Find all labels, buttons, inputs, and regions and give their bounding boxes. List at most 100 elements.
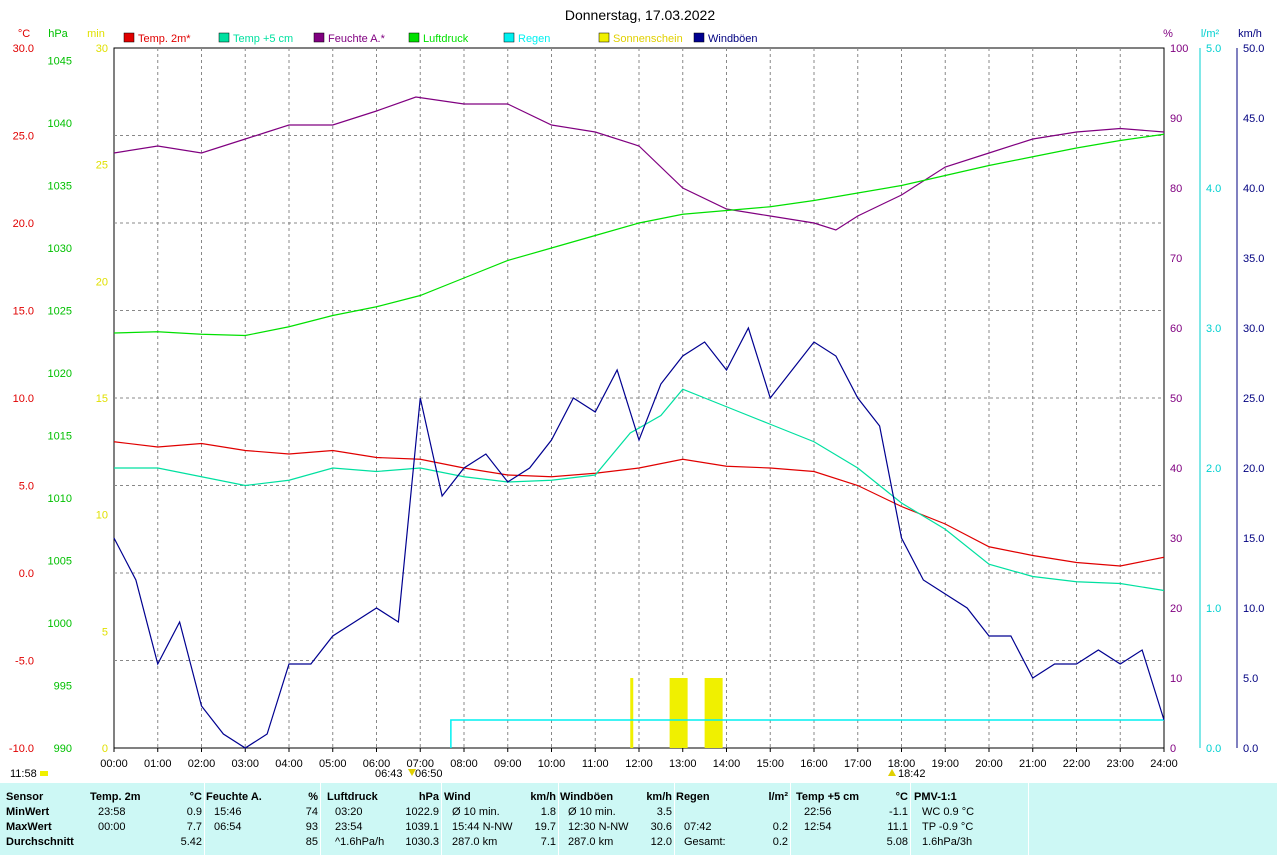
- temp-unit-label: °C: [18, 28, 30, 40]
- summary-value: 1022.9: [405, 806, 439, 818]
- x-tick-label: 05:00: [319, 758, 347, 770]
- temp-tick-label: -5.0: [15, 656, 34, 668]
- summary-label: 12:54: [804, 821, 832, 833]
- legend-swatch: [408, 32, 420, 43]
- x-tick-label: 10:00: [538, 758, 566, 770]
- x-tick-label: 20:00: [975, 758, 1003, 770]
- x-tick-label: 02:00: [188, 758, 216, 770]
- pressure-tick-label: 990: [54, 743, 72, 755]
- x-tick-label: 19:00: [931, 758, 959, 770]
- legend-label: Sonnenschein: [613, 33, 683, 45]
- wind-tick-label: 30.0: [1243, 323, 1264, 335]
- row-label: MaxWert: [6, 821, 52, 833]
- legend-label: Temp +5 cm: [233, 33, 293, 45]
- column-unit: l/m²: [768, 791, 788, 803]
- temp-tick-label: 15.0: [13, 306, 34, 318]
- marker-label: 06:50: [415, 768, 443, 780]
- column-unit: %: [308, 791, 318, 803]
- summary-value: 1.8: [540, 806, 556, 818]
- summary-value: 30.6: [650, 821, 672, 833]
- x-tick-label: 15:00: [756, 758, 784, 770]
- sun-tick-label: 20: [96, 276, 108, 288]
- wind-tick-label: 10.0: [1243, 603, 1264, 615]
- summary-value: 11.1: [887, 821, 908, 833]
- temp-tick-label: 30.0: [13, 43, 34, 55]
- sunshine-bar: [704, 678, 723, 748]
- sunset-marker: [888, 769, 896, 776]
- temp-tick-label: 5.0: [19, 481, 34, 493]
- summary-value: 7.7: [186, 821, 202, 833]
- legend-label: Feuchte A.*: [328, 33, 386, 45]
- column-unit: hPa: [418, 791, 439, 803]
- legend-swatch: [693, 32, 705, 43]
- rain-tick-label: 5.0: [1206, 43, 1221, 55]
- pressure-tick-label: 1040: [48, 118, 72, 130]
- pressure-tick-label: 1010: [48, 493, 72, 505]
- x-tick-label: 16:00: [800, 758, 828, 770]
- x-tick-label: 22:00: [1063, 758, 1091, 770]
- summary-label: Gesamt:: [684, 836, 726, 848]
- row-label: Sensor: [6, 791, 44, 803]
- summary-value: 0.2: [772, 836, 788, 848]
- sunshine-bar: [630, 678, 634, 748]
- x-tick-label: 01:00: [144, 758, 172, 770]
- column-header: Wind: [444, 791, 471, 803]
- pressure-tick-label: 995: [54, 681, 72, 693]
- summary-value: 93: [305, 821, 318, 833]
- column-unit: °C: [189, 791, 202, 803]
- rain-tick-label: 2.0: [1206, 463, 1221, 475]
- summary-label: TP -0.9 °C: [922, 821, 974, 833]
- wind-tick-label: 45.0: [1243, 113, 1264, 125]
- temp-tick-label: -10.0: [9, 743, 34, 755]
- wind-tick-label: 25.0: [1243, 393, 1264, 405]
- humidity-tick-label: 90: [1170, 113, 1182, 125]
- pressure-tick-label: 1000: [48, 618, 72, 630]
- legend-swatch: [313, 32, 325, 43]
- sun-tick-label: 10: [96, 510, 108, 522]
- rain-unit-label: l/m²: [1201, 28, 1220, 40]
- wind-tick-label: 40.0: [1243, 183, 1264, 195]
- column-header: Luftdruck: [327, 791, 378, 803]
- sun-tick-label: 0: [102, 743, 108, 755]
- x-tick-label: 13:00: [669, 758, 697, 770]
- wind-unit-label: km/h: [1238, 28, 1262, 40]
- rain-tick-label: 0.0: [1206, 743, 1221, 755]
- humidity-tick-label: 40: [1170, 463, 1182, 475]
- pressure-tick-label: 1020: [48, 368, 72, 380]
- column-unit: km/h: [646, 791, 672, 803]
- wind-tick-label: 5.0: [1243, 673, 1258, 685]
- rain-tick-label: 4.0: [1206, 183, 1221, 195]
- x-tick-label: 14:00: [713, 758, 741, 770]
- pressure-tick-label: 1015: [48, 431, 72, 443]
- wind-tick-label: 15.0: [1243, 533, 1264, 545]
- humidity-tick-label: 20: [1170, 603, 1182, 615]
- x-tick-label: 03:00: [231, 758, 259, 770]
- column-header: Feuchte A.: [206, 791, 262, 803]
- humidity-tick-label: 60: [1170, 323, 1182, 335]
- x-tick-label: 24:00: [1150, 758, 1178, 770]
- x-tick-label: 12:00: [625, 758, 653, 770]
- x-tick-label: 04:00: [275, 758, 303, 770]
- marker-label: 06:43: [375, 768, 403, 780]
- summary-label: 287.0 km: [568, 836, 614, 848]
- summary-value: -1.1: [889, 806, 908, 818]
- weather-chart: Donnerstag, 17.03.2022 °C hPa min% l/m² km/h T…: [9, 7, 1265, 780]
- summary-value: 12.0: [650, 836, 672, 848]
- legend-swatch: [123, 32, 135, 43]
- summary-label: WC 0.9 °C: [922, 806, 975, 818]
- pressure-tick-label: 1005: [48, 556, 72, 568]
- column-header: Temp. 2m: [90, 791, 141, 803]
- x-tick-label: 09:00: [494, 758, 522, 770]
- temp-tick-label: 25.0: [13, 131, 34, 143]
- column-header: Windböen: [560, 791, 614, 803]
- x-tick-label: 11:00: [582, 758, 609, 770]
- summary-label: 23:58: [98, 806, 126, 818]
- legend-swatch: [598, 32, 610, 43]
- summary-label: 00:00: [98, 821, 126, 833]
- wind-tick-label: 0.0: [1243, 743, 1258, 755]
- humidity-unit-label: %: [1163, 28, 1173, 40]
- rain-tick-label: 3.0: [1206, 323, 1221, 335]
- pressure-tick-label: 1035: [48, 181, 72, 193]
- x-tick-label: 21:00: [1019, 758, 1047, 770]
- x-tick-label: 23:00: [1106, 758, 1134, 770]
